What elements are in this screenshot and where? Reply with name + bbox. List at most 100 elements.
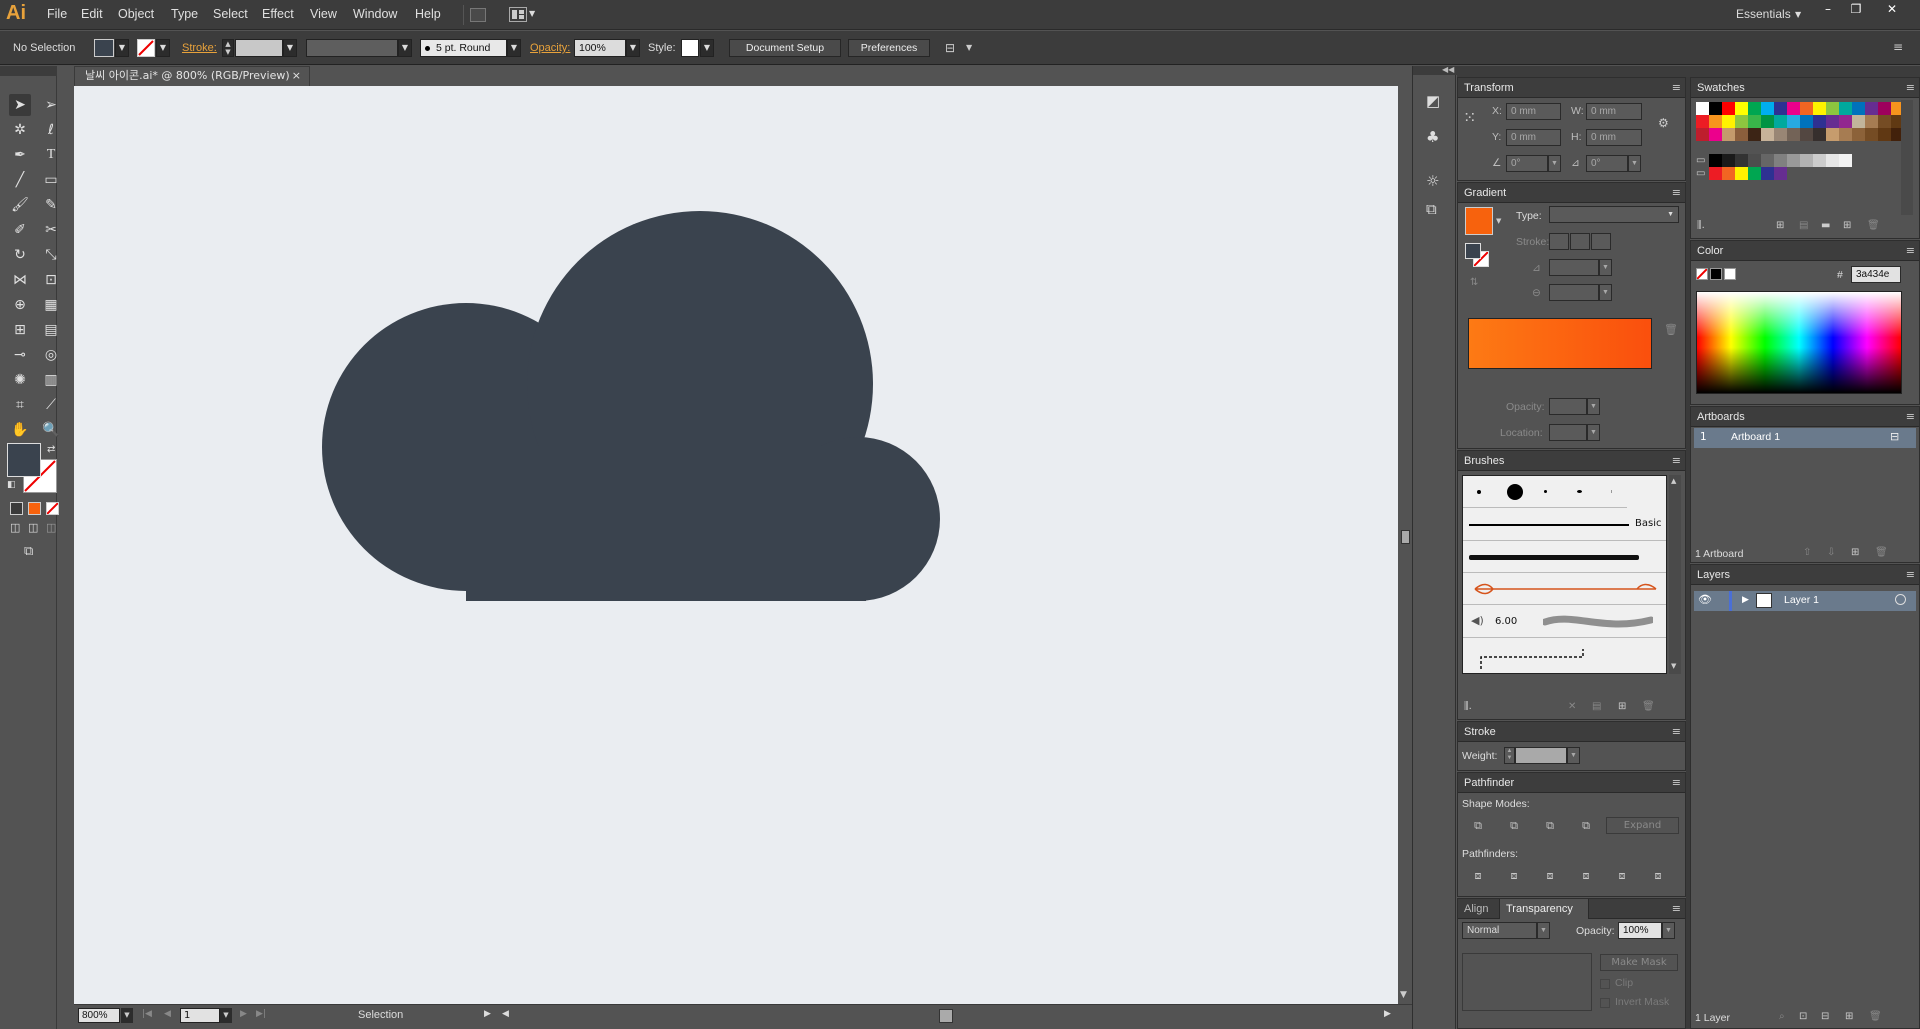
locate-object-icon[interactable]: ⌕ <box>1779 1011 1785 1022</box>
color-swatch[interactable] <box>1722 167 1735 180</box>
color-swatch[interactable] <box>1839 128 1852 141</box>
constrain-proportions-icon[interactable]: ⚙ <box>1658 116 1669 130</box>
invert-mask-checkbox[interactable] <box>1600 998 1610 1008</box>
expand-layer-icon[interactable]: ▶ <box>1742 595 1749 605</box>
reverse-gradient-icon[interactable]: ⇅ <box>1470 277 1478 288</box>
color-swatch[interactable] <box>1839 154 1852 167</box>
brushes-panel-header[interactable]: Brushes ≡ <box>1458 451 1685 471</box>
transform-panel-header[interactable]: Transform ≡ <box>1458 78 1685 98</box>
lasso-tool-icon[interactable]: ℓ <box>40 119 62 141</box>
color-swatch[interactable] <box>1826 115 1839 128</box>
color-swatch[interactable] <box>1709 167 1722 180</box>
scissors-tool-icon[interactable]: ✂ <box>40 219 62 241</box>
exclude-icon[interactable]: ⧉ <box>1578 819 1594 833</box>
symbol-sprayer-tool-icon[interactable]: ✺ <box>9 369 31 391</box>
menu-help[interactable]: Help <box>415 7 441 21</box>
document-tab[interactable]: 날씨 아이콘.ai* @ 800% (RGB/Preview) × <box>74 66 310 86</box>
tools-grip[interactable] <box>0 66 57 76</box>
color-swatch[interactable] <box>1748 115 1761 128</box>
previous-artboard-icon[interactable]: ◀ <box>164 1009 171 1019</box>
fill-dropdown[interactable]: ▼ <box>115 39 129 57</box>
color-swatch[interactable] <box>1748 102 1761 115</box>
stroke-gradient-along-icon[interactable] <box>1570 233 1590 250</box>
gradient-location-dropdown[interactable]: ▼ <box>1587 424 1600 441</box>
artboard-tool-icon[interactable]: ⌗ <box>9 394 31 416</box>
color-swatch[interactable] <box>1709 128 1722 141</box>
chevron-down-icon[interactable]: ▼ <box>1496 217 1501 225</box>
draw-behind-icon[interactable]: ◫ <box>28 521 38 534</box>
new-brush-icon[interactable]: ⊞ <box>1618 701 1626 712</box>
close-icon[interactable]: × <box>292 67 301 85</box>
color-swatch[interactable] <box>1852 128 1865 141</box>
stroke-color-swatch[interactable] <box>137 39 155 57</box>
color-swatch[interactable] <box>1800 102 1813 115</box>
aspect-ratio-field[interactable] <box>1549 284 1599 301</box>
panel-menu-icon[interactable]: ≡ <box>1906 568 1915 581</box>
color-swatch[interactable] <box>1878 102 1891 115</box>
layer-row[interactable]: 👁 ▶ Layer 1 <box>1694 591 1916 611</box>
mesh-tool-icon[interactable]: ⊞ <box>9 319 31 341</box>
panel-menu-icon[interactable]: ≡ <box>1672 902 1681 915</box>
color-swatch[interactable] <box>1709 154 1722 167</box>
document-setup-button[interactable]: Document Setup <box>729 39 841 57</box>
color-swatch[interactable] <box>1761 154 1774 167</box>
opacity-field[interactable]: 100% <box>574 39 626 57</box>
layer-target-icon[interactable] <box>1895 594 1906 605</box>
pencil-tool-icon[interactable]: ✎ <box>40 194 62 216</box>
unite-icon[interactable]: ⧉ <box>1470 819 1486 833</box>
tab-transparency[interactable]: Transparency <box>1499 899 1589 919</box>
bridge-icon[interactable] <box>470 8 486 22</box>
preferences-button[interactable]: Preferences <box>848 39 930 57</box>
symbols-icon[interactable]: ♣ <box>1426 128 1439 146</box>
default-fill-stroke-icon[interactable]: ◧ <box>7 480 16 490</box>
swap-fill-stroke-icon[interactable]: ⇄ <box>47 444 55 455</box>
menu-view[interactable]: View <box>310 7 337 21</box>
panel-menu-icon[interactable]: ≡ <box>1906 81 1915 94</box>
type-tool-icon[interactable]: T <box>40 144 62 166</box>
brush-list-scrollbar[interactable]: ▲ ▼ <box>1669 475 1681 674</box>
last-artboard-icon[interactable]: ▶| <box>256 1009 266 1019</box>
color-swatch[interactable] <box>1774 128 1787 141</box>
navigator-icon[interactable]: ◩ <box>1426 92 1440 110</box>
stroke-panel-header[interactable]: Stroke ≡ <box>1458 722 1685 742</box>
menu-select[interactable]: Select <box>213 7 248 21</box>
style-dropdown[interactable]: ▼ <box>700 39 714 57</box>
color-swatch[interactable] <box>1722 128 1735 141</box>
x-field[interactable]: 0 mm <box>1506 103 1561 120</box>
expand-button[interactable]: Expand <box>1606 817 1679 834</box>
hand-tool-icon[interactable]: ✋ <box>9 419 31 441</box>
width-tool-icon[interactable]: ⋈ <box>9 269 31 291</box>
color-swatch[interactable] <box>1800 115 1813 128</box>
scroll-down-icon[interactable]: ▼ <box>1400 990 1407 1000</box>
gradient-swatch[interactable] <box>1465 207 1493 235</box>
line-tool-icon[interactable]: ╱ <box>9 169 31 191</box>
color-swatch[interactable] <box>1761 102 1774 115</box>
fill-swatch[interactable] <box>7 443 41 477</box>
stroke-dropdown[interactable]: ▼ <box>156 39 170 57</box>
visibility-eye-icon[interactable]: 👁 <box>1698 593 1712 606</box>
panel-dock-grip[interactable] <box>1457 66 1920 77</box>
chevron-down-icon[interactable]: ▼ <box>1795 10 1801 19</box>
new-swatch-icon[interactable]: ⊞ <box>1843 220 1851 231</box>
color-swatch[interactable] <box>1852 115 1865 128</box>
stroke-weight-field[interactable] <box>235 39 283 57</box>
stroke-weight-dropdown[interactable]: ▼ <box>1567 747 1580 764</box>
artboard-dropdown[interactable]: ▼ <box>220 1008 232 1023</box>
brush-options-icon[interactable]: ▤ <box>1592 701 1601 712</box>
brush-dab-calligraphic[interactable] <box>1544 490 1547 493</box>
next-artboard-icon[interactable]: ▶ <box>240 1009 247 1019</box>
color-swatch[interactable] <box>1735 102 1748 115</box>
panel-menu-icon[interactable]: ≡ <box>1906 410 1915 423</box>
white-color-icon[interactable] <box>1724 268 1736 280</box>
perspective-grid-tool-icon[interactable]: ▦ <box>40 294 62 316</box>
color-swatch[interactable] <box>1800 154 1813 167</box>
aspect-ratio-dropdown[interactable]: ▼ <box>1599 284 1612 301</box>
minus-front-icon[interactable]: ⧉ <box>1506 819 1522 833</box>
chevron-down-icon[interactable]: ▼ <box>529 9 535 18</box>
opacity-dropdown[interactable]: ▼ <box>626 39 640 57</box>
brush-dab-thin[interactable] <box>1611 490 1612 493</box>
color-swatch[interactable] <box>1709 102 1722 115</box>
blend-mode-dropdown[interactable]: Normal <box>1462 922 1537 939</box>
workspace-switcher[interactable]: Essentials <box>1736 7 1791 21</box>
new-artboard-icon[interactable]: ⊞ <box>1851 547 1859 558</box>
